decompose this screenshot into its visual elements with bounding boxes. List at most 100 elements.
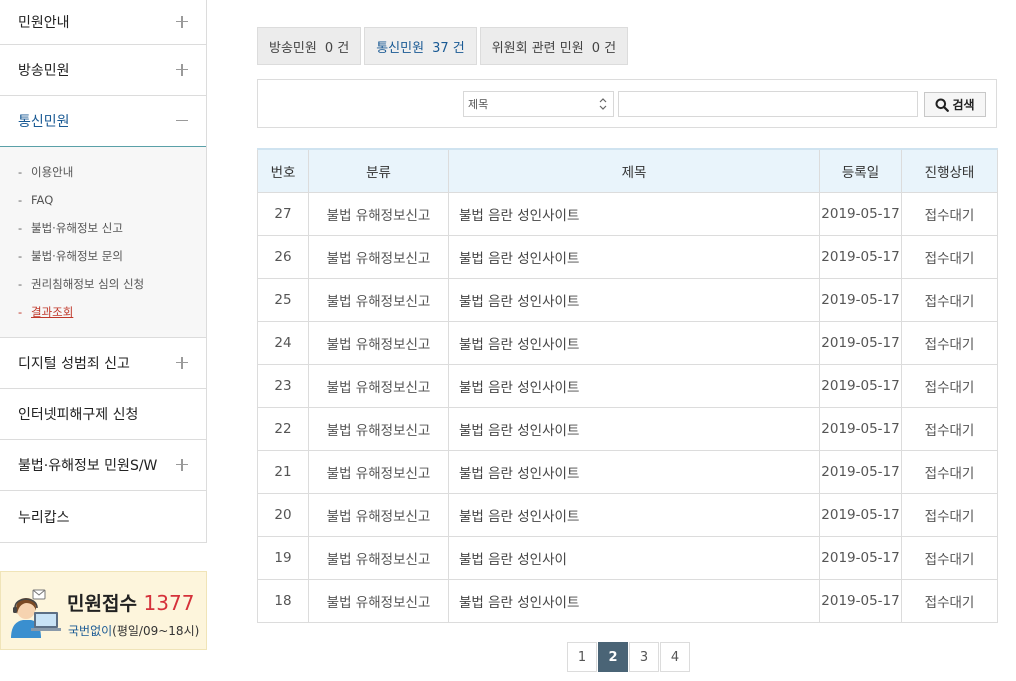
- sidebar-item-internet-relief[interactable]: 인터넷피해구제 신청: [0, 389, 206, 440]
- tab-broadcast[interactable]: 방송민원 0 건: [257, 27, 362, 65]
- call-center-hours: 국번없이(평일/09~18시): [68, 622, 199, 639]
- cell-date: 2019-05-17: [819, 535, 902, 580]
- sidebar-item-software[interactable]: 불법·유해정보 민원S/W: [0, 440, 206, 491]
- submenu-label: 이용안내: [31, 165, 74, 179]
- sidebar-item-telecom[interactable]: 통신민원: [0, 96, 206, 147]
- call-agent-icon: [11, 589, 61, 638]
- dash-bullet: -: [18, 249, 23, 263]
- table-row[interactable]: 20 불법 유해정보신고 불법 음란 성인사이트 2019-05-17 접수대기: [257, 492, 998, 537]
- submenu-label: 권리침해정보 심의 신청: [31, 277, 145, 291]
- cell-title[interactable]: 불법 음란 성인사이트: [448, 492, 820, 537]
- search-panel: 제목 검색: [257, 79, 997, 128]
- submenu-item-results[interactable]: - 결과조회: [0, 298, 206, 326]
- table-body: 27 불법 유해정보신고 불법 음란 성인사이트 2019-05-17 접수대기 26 불법…: [257, 191, 998, 623]
- call-center-label: 민원접수: [67, 593, 137, 615]
- submenu-item-guide[interactable]: - 이용안내: [0, 158, 206, 186]
- table-row[interactable]: 26 불법 유해정보신고 불법 음란 성인사이트 2019-05-17 접수대기: [257, 234, 998, 279]
- sidebar-submenu: - 이용안내 - FAQ - 불법·유해정보 신고 - 불법·유해정보 문의 -…: [0, 147, 206, 338]
- search-button[interactable]: 검색: [924, 92, 986, 117]
- cell-category: 불법 유해정보신고: [308, 449, 449, 494]
- page-button-3[interactable]: 3: [629, 642, 659, 672]
- cell-number: 24: [257, 320, 309, 365]
- submenu-item-faq[interactable]: - FAQ: [0, 186, 206, 214]
- cell-date: 2019-05-17: [819, 578, 902, 623]
- tab-count: 0 건: [324, 40, 350, 56]
- table-row[interactable]: 27 불법 유해정보신고 불법 음란 성인사이트 2019-05-17 접수대기: [257, 191, 998, 236]
- table-row[interactable]: 22 불법 유해정보신고 불법 음란 성인사이트 2019-05-17 접수대기: [257, 406, 998, 451]
- call-center-no-area-code: 국번없이: [68, 624, 113, 638]
- cell-title[interactable]: 불법 음란 성인사이트: [448, 578, 820, 623]
- cell-date: 2019-05-17: [819, 363, 902, 408]
- submenu-item-report[interactable]: - 불법·유해정보 신고: [0, 214, 206, 242]
- submenu-label: 불법·유해정보 문의: [31, 249, 123, 263]
- cell-number: 27: [257, 191, 309, 236]
- dash-bullet: -: [18, 193, 23, 207]
- header-number: 번호: [257, 148, 309, 193]
- up-down-arrows-icon: [599, 98, 607, 110]
- call-center-hours-text: (평일/09~18시): [112, 624, 200, 638]
- page-button-1[interactable]: 1: [567, 642, 597, 672]
- complaint-table: 번호 분류 제목 등록일 진행상태 27 불법 유해정보신고 불법 음란 성인사이트…: [257, 148, 998, 623]
- plus-icon: [176, 459, 188, 471]
- tab-committee[interactable]: 위원회 관련 민원 0 건: [479, 27, 629, 65]
- cell-status: 접수대기: [901, 535, 998, 580]
- cell-status: 접수대기: [901, 492, 998, 537]
- call-center-number: 1377: [143, 591, 195, 615]
- sidebar-item-broadcast[interactable]: 방송민원: [0, 45, 206, 96]
- cell-category: 불법 유해정보신고: [308, 363, 449, 408]
- cell-title[interactable]: 불법 음란 성인사이트: [448, 406, 820, 451]
- sidebar-item-digital-sex-crime[interactable]: 디지털 성범죄 신고: [0, 338, 206, 389]
- cell-title[interactable]: 불법 음란 성인사이트: [448, 449, 820, 494]
- cell-number: 21: [257, 449, 309, 494]
- header-date: 등록일: [819, 148, 902, 193]
- table-row[interactable]: 24 불법 유해정보신고 불법 음란 성인사이트 2019-05-17 접수대기: [257, 320, 998, 365]
- cell-title[interactable]: 불법 음란 성인사이트: [448, 363, 820, 408]
- cell-category: 불법 유해정보신고: [308, 234, 449, 279]
- sidebar-item-label: 민원안내: [18, 15, 70, 31]
- header-category: 분류: [308, 148, 449, 193]
- header-status: 진행상태: [901, 148, 998, 193]
- dash-bullet: -: [18, 305, 23, 319]
- header-title: 제목: [448, 148, 820, 193]
- search-icon: [935, 98, 950, 112]
- plus-icon: [176, 16, 188, 28]
- cell-date: 2019-05-17: [819, 449, 902, 494]
- table-header-row: 번호 분류 제목 등록일 진행상태: [257, 148, 998, 193]
- cell-status: 접수대기: [901, 406, 998, 451]
- plus-icon: [176, 357, 188, 369]
- submenu-item-rights-review[interactable]: - 권리침해정보 심의 신청: [0, 270, 206, 298]
- cell-number: 22: [257, 406, 309, 451]
- search-input[interactable]: [618, 91, 918, 117]
- table-row[interactable]: 21 불법 유해정보신고 불법 음란 성인사이트 2019-05-17 접수대기: [257, 449, 998, 494]
- sidebar: 민원안내 방송민원 통신민원 - 이용안내 - FAQ - 불법·유해정보 신고: [0, 0, 207, 543]
- cell-date: 2019-05-17: [819, 191, 902, 236]
- cell-date: 2019-05-17: [819, 406, 902, 451]
- sidebar-item-label: 디지털 성범죄 신고: [18, 356, 130, 372]
- cell-title[interactable]: 불법 음란 성인사이트: [448, 320, 820, 365]
- submenu-item-inquiry[interactable]: - 불법·유해정보 문의: [0, 242, 206, 270]
- cell-status: 접수대기: [901, 363, 998, 408]
- cell-title[interactable]: 불법 음란 성인사이: [448, 535, 820, 580]
- sidebar-item-nuricops[interactable]: 누리캅스: [0, 491, 206, 542]
- minus-icon: [176, 115, 188, 127]
- table-row[interactable]: 23 불법 유해정보신고 불법 음란 성인사이트 2019-05-17 접수대기: [257, 363, 998, 408]
- table-row[interactable]: 18 불법 유해정보신고 불법 음란 성인사이트 2019-05-17 접수대기: [257, 578, 998, 623]
- page-button-2[interactable]: 2: [598, 642, 628, 672]
- pagination: 1234: [567, 642, 690, 672]
- page-button-4[interactable]: 4: [660, 642, 690, 672]
- sidebar-item-minwon-guide[interactable]: 민원안내: [0, 0, 206, 45]
- cell-status: 접수대기: [901, 277, 998, 322]
- cell-title[interactable]: 불법 음란 성인사이트: [448, 191, 820, 236]
- search-field-value: 제목: [468, 98, 489, 111]
- tab-telecom[interactable]: 통신민원 37 건: [364, 27, 477, 65]
- cell-title[interactable]: 불법 음란 성인사이트: [448, 234, 820, 279]
- cell-title[interactable]: 불법 음란 성인사이트: [448, 277, 820, 322]
- table-row[interactable]: 19 불법 유해정보신고 불법 음란 성인사이 2019-05-17 접수대기: [257, 535, 998, 580]
- sidebar-item-label: 방송민원: [18, 63, 70, 79]
- cell-status: 접수대기: [901, 234, 998, 279]
- dash-bullet: -: [18, 165, 23, 179]
- cell-status: 접수대기: [901, 449, 998, 494]
- table-row[interactable]: 25 불법 유해정보신고 불법 음란 성인사이트 2019-05-17 접수대기: [257, 277, 998, 322]
- cell-status: 접수대기: [901, 191, 998, 236]
- search-field-select[interactable]: 제목: [463, 91, 614, 117]
